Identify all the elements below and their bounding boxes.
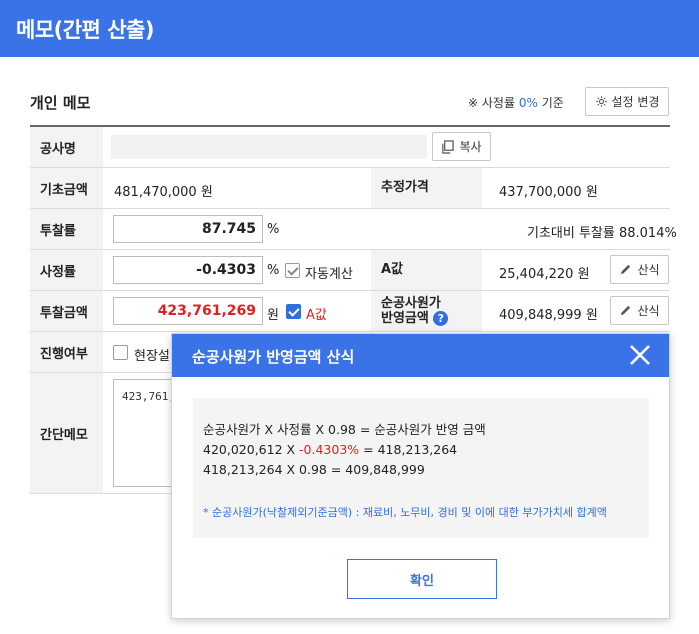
help-icon[interactable]: ?	[433, 310, 449, 326]
rate-note-value: 0%	[518, 96, 538, 110]
label-project-name: 공사명	[30, 127, 103, 167]
project-name-field	[111, 135, 427, 159]
modal-title: 순공사원가 반영금액 산식	[192, 348, 355, 366]
assess-rate-input[interactable]: -0.4303	[113, 256, 263, 284]
confirm-button[interactable]: 확인	[347, 559, 497, 599]
rate-note: ※ 사정률 0% 기준	[468, 96, 564, 110]
formula-modal: 순공사원가 반영금액 산식 순공사원가 X 사정률 X 0.98 = 순공사원가…	[171, 333, 670, 619]
label-a-value: A값	[371, 250, 482, 290]
formula-footnote: * 순공사원가(낙찰제외기준금액) : 재료비, 노무비, 경비 및 이에 대한…	[203, 506, 607, 519]
label-estimated-price: 추정가격	[371, 168, 482, 208]
section-title: 개인 메모	[30, 94, 91, 112]
a-value-formula-button[interactable]: 산식	[610, 255, 669, 284]
pencil-icon	[621, 305, 631, 316]
net-cost-value: 409,848,999 원	[499, 308, 598, 323]
close-icon[interactable]	[627, 342, 653, 368]
bid-rate-note: 기초대비 투찰률 88.014%	[527, 226, 677, 241]
net-cost-formula-button[interactable]: 산식	[610, 296, 669, 325]
page-header: 메모(간편 산출)	[0, 0, 699, 57]
label-net-cost: 순공사원가 반영금액 ?	[371, 291, 482, 331]
row-base-amount: 기초금액 481,470,000 원 추정가격 437,700,000 원	[30, 168, 670, 209]
copy-icon	[442, 139, 455, 154]
row-assess-rate: 사정률 -0.4303 % 자동계산 A값 25,404,220 원 산식	[30, 250, 670, 291]
label-bid-amount: 투찰금액	[30, 291, 103, 331]
bid-amount-unit: 원	[267, 308, 279, 323]
a-value-value: 25,404,220 원	[499, 267, 590, 282]
a-value-checkbox-label: A값	[306, 308, 327, 323]
progress-checkbox[interactable]	[113, 345, 128, 360]
row-project-name: 공사명 복사	[30, 127, 670, 168]
bid-amount-input[interactable]: 423,761,269	[113, 297, 263, 325]
formula-line-1: 순공사원가 X 사정률 X 0.98 = 순공사원가 반영 금액	[203, 422, 486, 437]
row-bid-rate: 투찰률 87.745 % 기초대비 투찰률 88.014%	[30, 209, 677, 250]
formula-line-2: 420,020,612 X -0.4303% = 418,213,264	[203, 442, 458, 457]
label-bid-rate: 투찰률	[30, 209, 103, 249]
modal-body: 순공사원가 X 사정률 X 0.98 = 순공사원가 반영 금액 420,020…	[193, 398, 649, 538]
row-bid-amount: 투찰금액 423,761,269 원 A값 순공사원가 반영금액 ? 409,8…	[30, 291, 670, 332]
formula-line-3: 418,213,264 X 0.98 = 409,848,999	[203, 462, 425, 477]
label-memo: 간단메모	[30, 373, 103, 493]
setting-change-button[interactable]: 설정 변경	[585, 87, 669, 116]
auto-calc-checkbox[interactable]	[285, 263, 300, 278]
a-value-checkbox[interactable]	[286, 304, 301, 319]
label-progress: 진행여부	[30, 332, 103, 372]
label-assess-rate: 사정률	[30, 250, 103, 290]
gear-icon	[595, 96, 607, 107]
bid-rate-input[interactable]: 87.745	[113, 215, 263, 243]
copy-button[interactable]: 복사	[432, 132, 491, 161]
assess-rate-unit: %	[267, 263, 280, 278]
label-base-amount: 기초금액	[30, 168, 103, 208]
progress-checkbox-label: 현장설	[134, 349, 170, 364]
bid-rate-unit: %	[267, 222, 280, 237]
auto-calc-label: 자동계산	[305, 267, 353, 282]
modal-header: 순공사원가 반영금액 산식	[172, 334, 669, 377]
estimated-price-value: 437,700,000 원	[499, 185, 598, 200]
pencil-icon	[621, 264, 631, 275]
page-title: 메모(간편 산출)	[16, 18, 154, 42]
base-amount-value: 481,470,000 원	[114, 185, 213, 200]
